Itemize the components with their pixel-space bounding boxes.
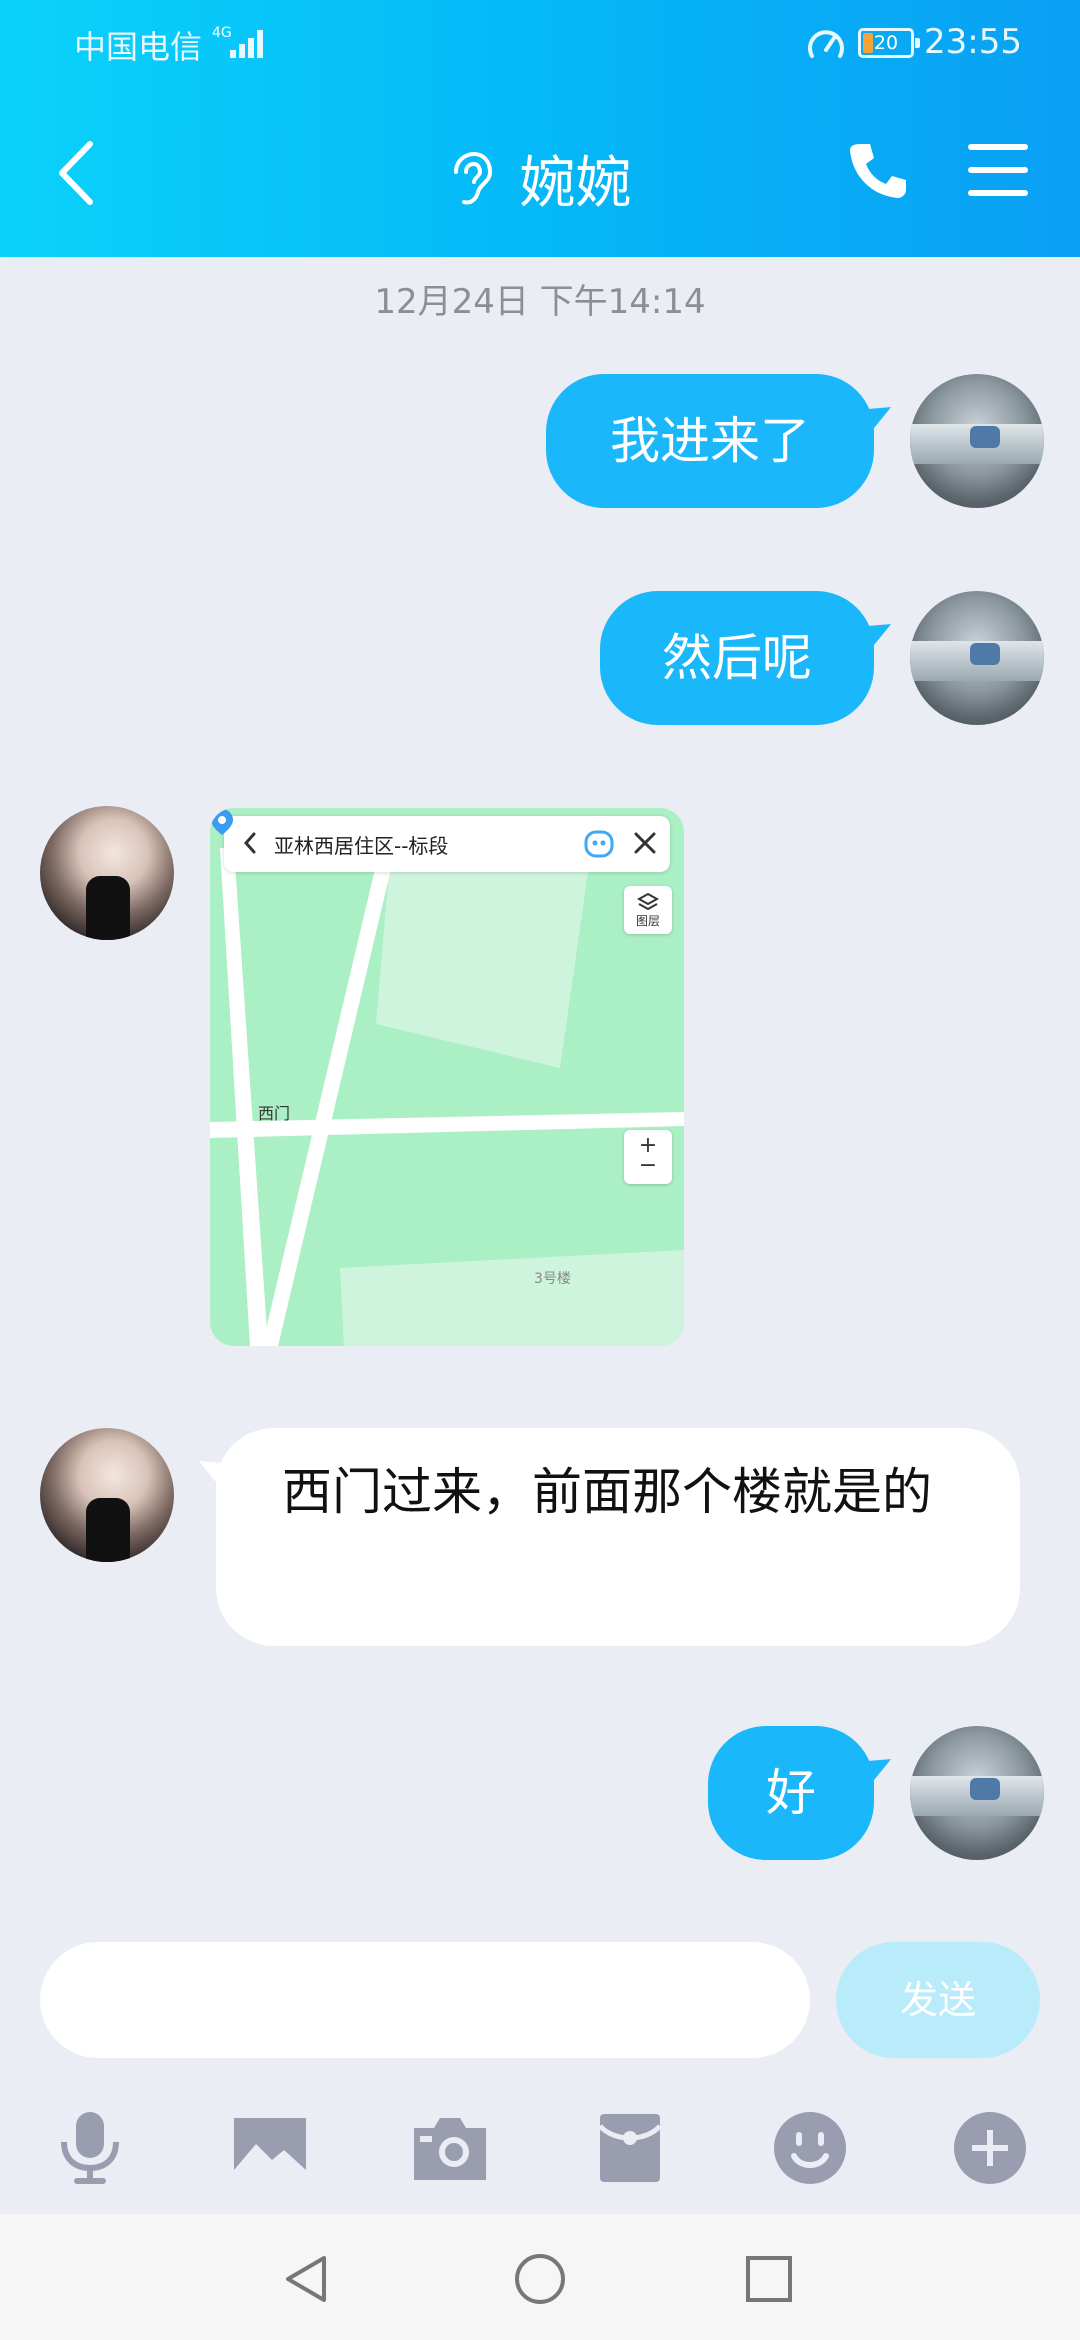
message-text: 西门过来，前面那个楼就是的 (282, 1463, 932, 1521)
map-title-bar: 亚林西居住区--标段 (224, 816, 670, 872)
map-layer-button[interactable]: 图层 (624, 886, 672, 934)
contact-avatar[interactable] (40, 1428, 174, 1562)
chat-title-area: 婉婉 (0, 138, 1080, 219)
battery-level: 20 (873, 32, 899, 54)
back-triangle-icon[interactable] (280, 2252, 334, 2306)
message-text: 我进来了 (610, 412, 810, 470)
map-title: 亚林西居住区--标段 (274, 834, 449, 858)
phone-icon[interactable] (846, 138, 910, 202)
outgoing-message[interactable]: 然后呢 (600, 591, 874, 725)
map-pin-icon (211, 809, 233, 835)
layers-icon (637, 892, 659, 911)
status-bar: 中国电信 4G 20 23:55 (0, 0, 1080, 90)
map-poi-label: 西门 (258, 1104, 291, 1123)
message-text: 好 (766, 1764, 816, 1822)
carrier-label: 中国电信 (74, 28, 203, 66)
assistant-icon[interactable] (584, 830, 614, 858)
composer: 发送 (0, 1930, 1080, 2070)
my-avatar[interactable] (910, 1726, 1044, 1860)
composer-toolbar (0, 2090, 1080, 2200)
signal-icon: 4G (212, 26, 266, 60)
image-icon[interactable] (230, 2108, 310, 2188)
camera-icon[interactable] (410, 2108, 490, 2188)
close-icon[interactable] (632, 830, 658, 856)
red-packet-icon[interactable] (590, 2108, 670, 2188)
map-building-label: 3号楼 (534, 1271, 571, 1287)
outgoing-message[interactable]: 我进来了 (546, 374, 874, 508)
send-button[interactable]: 发送 (836, 1942, 1040, 2058)
plus-icon[interactable] (950, 2108, 1030, 2188)
layer-label: 图层 (635, 914, 660, 928)
location-map-card[interactable]: 亚林西居住区--标段 图层 + − 西门 3号楼 (210, 808, 684, 1346)
emoji-icon[interactable] (770, 2108, 850, 2188)
recents-square-icon[interactable] (742, 2252, 796, 2306)
network-type: 4G (212, 25, 232, 41)
home-circle-icon[interactable] (513, 2252, 567, 2306)
zoom-out-button[interactable]: − (624, 1155, 672, 1177)
message-timestamp: 12月24日 下午14:14 (374, 282, 706, 322)
message-text: 然后呢 (662, 629, 812, 687)
incoming-message[interactable]: 西门过来，前面那个楼就是的 (216, 1428, 1020, 1646)
menu-icon[interactable] (968, 144, 1028, 196)
map-zoom-control[interactable]: + − (624, 1130, 672, 1184)
chevron-left-icon[interactable] (240, 828, 260, 858)
microphone-icon[interactable] (50, 2108, 130, 2188)
status-time: 23:55 (924, 22, 1022, 62)
system-nav-bar (0, 2214, 1080, 2340)
ear-icon[interactable] (448, 151, 493, 206)
chat-title: 婉婉 (519, 151, 632, 216)
contact-avatar[interactable] (40, 806, 174, 940)
map-canvas (210, 848, 684, 1346)
message-input[interactable] (40, 1942, 810, 2058)
outgoing-message[interactable]: 好 (708, 1726, 874, 1860)
my-avatar[interactable] (910, 374, 1044, 508)
chat-header: 中国电信 4G 20 23:55 婉婉 (0, 0, 1080, 257)
my-avatar[interactable] (910, 591, 1044, 725)
battery-icon: 20 (858, 28, 920, 58)
speed-icon (808, 30, 844, 58)
